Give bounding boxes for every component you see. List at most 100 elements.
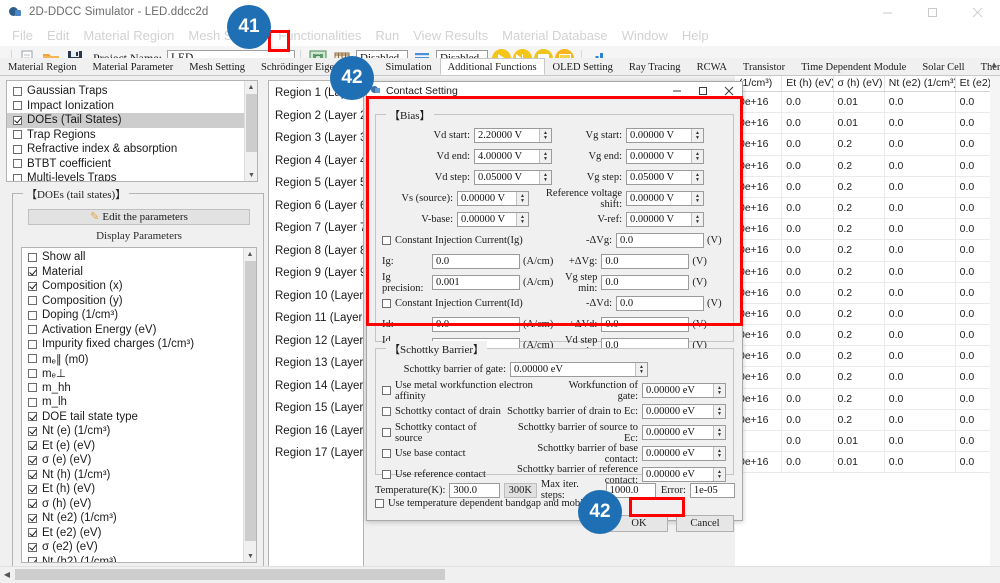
list-item[interactable]: Nt (h) (1/cm³) — [22, 468, 256, 483]
schottky-contact-drain-checkbox[interactable]: Schottky contact of drain — [382, 406, 506, 417]
set-300k-button[interactable]: 300K — [503, 482, 537, 498]
table-cell[interactable]: 0.0 — [782, 409, 834, 430]
checkbox-icon[interactable] — [28, 383, 37, 393]
table-cell[interactable]: 0.0 — [885, 431, 956, 452]
scrollbar-thumb[interactable] — [246, 94, 257, 152]
table-row[interactable]: 0e+16 0.0 0.2 0.0 0.0 — [735, 346, 1000, 368]
tab-oled-setting[interactable]: OLED Setting — [545, 58, 621, 75]
use-base-contact-checkbox[interactable]: Use base contact — [382, 448, 506, 459]
vg-step-min-input[interactable]: 0.0 — [601, 275, 690, 290]
dialog-minimize-button[interactable] — [664, 82, 690, 100]
workfunction-gate-field[interactable] — [643, 384, 713, 397]
schottky-barrier-drain-input[interactable]: ▲▼ — [642, 404, 726, 419]
v-ref-field[interactable] — [627, 213, 691, 226]
checkbox-icon[interactable] — [28, 281, 37, 291]
vd-start-field[interactable] — [475, 129, 539, 142]
table-cell[interactable]: 0.0 — [782, 431, 834, 452]
spinner-arrows-icon[interactable]: ▲ ▼ — [691, 171, 703, 184]
spinner-arrows-icon[interactable]: ▲ ▼ — [539, 150, 551, 163]
list-item[interactable]: Composition (y) — [22, 294, 256, 309]
spinner-arrows-icon[interactable]: ▲ ▼ — [713, 405, 725, 418]
region-list-item[interactable]: Region 4 (Layer 4) — [269, 152, 363, 175]
region-list-item[interactable]: Region 10 (Layer 10 — [269, 287, 363, 310]
table-row[interactable]: 0e+16 0.0 0.2 0.0 0.0 — [735, 388, 1000, 410]
checkbox-icon[interactable] — [28, 325, 37, 335]
table-cell[interactable]: 0.0 — [782, 303, 834, 325]
spinner-arrows-icon[interactable]: ▲ ▼ — [691, 192, 703, 205]
params-list-scrollbar[interactable]: ▲ ▼ — [243, 248, 256, 562]
table-cell[interactable]: 0.2 — [834, 388, 885, 409]
vg-start-input[interactable]: ▲▼ — [626, 128, 704, 143]
list-item[interactable]: Show all — [22, 250, 256, 265]
list-item[interactable]: m_lh — [22, 395, 256, 410]
vg-step-input[interactable]: ▲▼ — [626, 170, 704, 185]
cancel-button[interactable]: Cancel — [676, 515, 734, 532]
table-cell[interactable]: 0.2 — [834, 282, 885, 303]
scroll-up-icon[interactable]: ▲ — [244, 248, 256, 260]
table-row[interactable]: 0e+16 0.0 0.2 0.0 0.0 — [735, 409, 1000, 431]
table-cell[interactable]: 0.0 — [885, 325, 956, 346]
checkbox-icon[interactable] — [28, 528, 37, 538]
table-column-header[interactable]: Nt (e2) (1/cm³) — [885, 76, 956, 91]
table-cell[interactable]: 0.2 — [834, 240, 885, 261]
checkbox-icon[interactable] — [28, 397, 37, 407]
menu-run[interactable]: Run — [368, 27, 406, 44]
maximize-button[interactable] — [910, 0, 955, 24]
spinner-arrows-icon[interactable]: ▲ ▼ — [635, 363, 647, 376]
vs-source-field[interactable] — [458, 192, 516, 205]
table-cell[interactable]: 0.2 — [834, 409, 885, 430]
list-item[interactable]: Doping (1/cm³) — [22, 308, 256, 323]
menu-help[interactable]: Help — [675, 27, 716, 44]
use-temp-dependent-checkbox[interactable]: Use temperature dependent bandgap and mo… — [375, 498, 597, 509]
reference-voltage-shift-input[interactable]: ▲▼ — [626, 191, 704, 206]
tab-additional-functions[interactable]: Additional Functions — [439, 58, 545, 75]
list-item[interactable]: Et (e2) (eV) — [22, 526, 256, 541]
tab-ray-tracing[interactable]: Ray Tracing — [621, 58, 689, 75]
spinner-arrows-icon[interactable]: ▲ ▼ — [713, 447, 725, 460]
table-cell[interactable]: 0.0 — [885, 409, 956, 430]
list-item[interactable]: DOEs (Tail States) — [7, 113, 257, 128]
display-parameters-listbox[interactable]: Show all Material Composition (x) Compositi… — [21, 247, 257, 563]
minimize-button[interactable] — [865, 0, 910, 24]
constant-injection-id-checkbox[interactable]: Constant Injection Current(Id) — [382, 298, 554, 309]
table-cell[interactable]: 0.2 — [834, 346, 885, 367]
temperature-input[interactable]: 300.0 — [449, 482, 500, 498]
menu-window[interactable]: Window — [615, 27, 675, 44]
list-item[interactable]: σ (e) (eV) — [22, 453, 256, 468]
checkbox-icon[interactable] — [375, 499, 384, 508]
checkbox-icon[interactable] — [28, 267, 37, 277]
table-cell[interactable]: 0.2 — [834, 325, 885, 346]
checkbox-icon[interactable] — [13, 130, 22, 140]
schottky-barrier-drain-field[interactable] — [643, 405, 713, 418]
vg-end-field[interactable] — [627, 150, 691, 163]
v-base-field[interactable] — [458, 213, 516, 226]
region-list-item[interactable]: Region 8 (Layer 8) — [269, 242, 363, 265]
table-cell[interactable]: 0.2 — [834, 261, 885, 282]
table-row[interactable]: 0e+16 0.0 0.01 0.0 0.0 — [735, 92, 1000, 114]
list-item[interactable]: mₑ∥ (m0) — [22, 352, 256, 367]
checkbox-icon[interactable] — [13, 144, 22, 154]
table-column-header[interactable]: σ (h) (eV) — [834, 76, 885, 91]
table-cell[interactable]: 0.0 — [782, 325, 834, 346]
table-cell[interactable]: 0.0 — [885, 452, 956, 473]
hscrollbar-thumb[interactable] — [15, 568, 445, 580]
table-scrollbar[interactable] — [990, 76, 1000, 576]
table-cell[interactable]: 0.0 — [782, 388, 834, 409]
menu-material-region[interactable]: Material Region — [76, 27, 181, 44]
checkbox-icon[interactable] — [28, 484, 37, 494]
table-cell[interactable]: 0.2 — [834, 134, 885, 155]
tab-transistor[interactable]: Transistor — [735, 58, 793, 75]
schottky-contact-source-checkbox[interactable]: Schottky contact of source — [382, 422, 506, 444]
spinner-arrows-icon[interactable]: ▲ ▼ — [539, 129, 551, 142]
table-cell[interactable]: 0.2 — [834, 176, 885, 197]
spinner-arrows-icon[interactable]: ▲ ▼ — [691, 150, 703, 163]
table-cell[interactable]: 0.2 — [834, 219, 885, 240]
checkbox-icon[interactable] — [382, 299, 391, 308]
checkbox-icon[interactable] — [382, 449, 391, 458]
list-item[interactable]: Nt (e) (1/cm³) — [22, 424, 256, 439]
spinner-arrows-icon[interactable]: ▲ ▼ — [516, 192, 528, 205]
tab-material-region[interactable]: Material Region — [0, 58, 85, 75]
checkbox-icon[interactable] — [28, 513, 37, 523]
error-input[interactable]: 1e-05 — [689, 482, 735, 498]
tab-simulation[interactable]: Simulation — [377, 58, 439, 75]
